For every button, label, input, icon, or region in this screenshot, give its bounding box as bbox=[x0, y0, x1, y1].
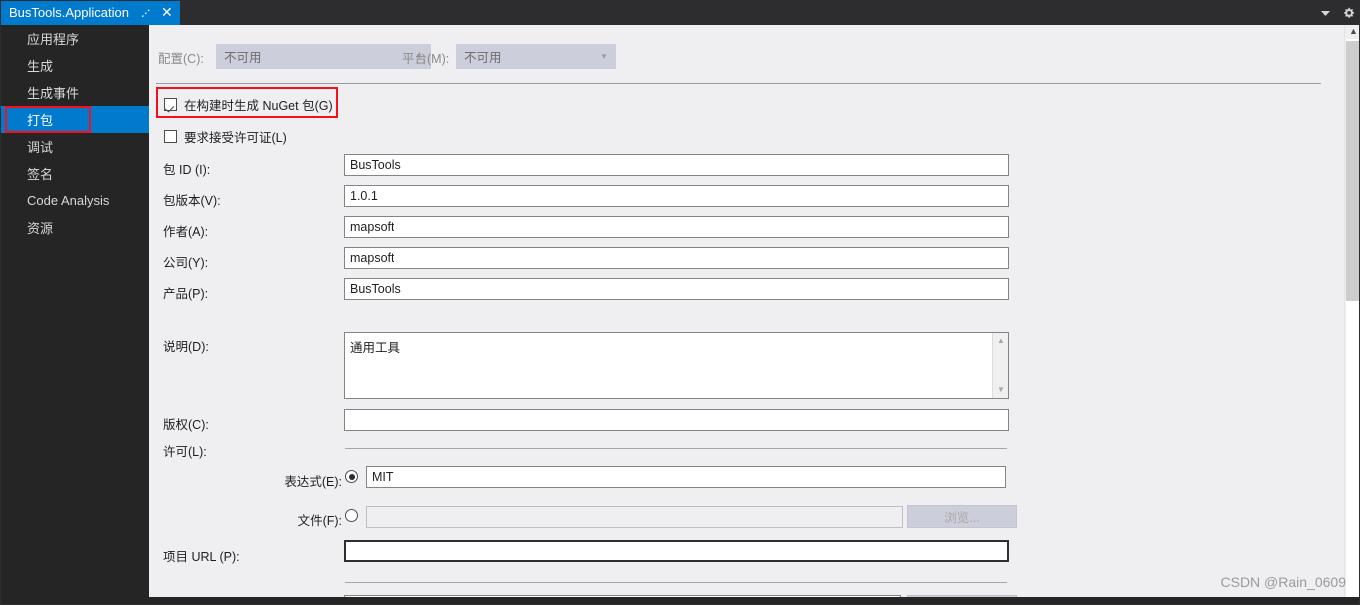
configuration-label: 配置(C): bbox=[158, 52, 204, 66]
window-controls bbox=[1320, 1, 1355, 25]
license-file-radio[interactable] bbox=[345, 509, 358, 522]
sidebar-item-label: 签名 bbox=[27, 167, 54, 182]
package-id-value: BusTools bbox=[350, 158, 401, 172]
product-label: 产品(P): bbox=[163, 287, 209, 301]
gear-icon[interactable] bbox=[1342, 7, 1355, 20]
tab-bustools-application[interactable]: BusTools.Application ⋮ ✕ bbox=[1, 1, 180, 25]
generate-nuget-checkbox-row[interactable]: 在构建时生成 NuGet 包(G) bbox=[164, 95, 333, 114]
require-license-acceptance-label: 要求接受许可证(L) bbox=[184, 131, 287, 145]
license-section-label: 许可(L): bbox=[163, 445, 207, 459]
license-expression-label: 表达式(E): bbox=[284, 475, 342, 489]
sidebar-item-label: 资源 bbox=[27, 221, 54, 236]
copyright-input[interactable] bbox=[344, 409, 1009, 431]
icon-section-divider bbox=[345, 582, 1007, 583]
package-settings-pane: 配置(C): 不可用 ▾ 平台(M): 不可用 ▾ 在构建时生成 NuGet 包… bbox=[149, 25, 1359, 604]
company-input[interactable]: mapsoft bbox=[344, 247, 1009, 269]
license-expression-input[interactable]: MIT bbox=[366, 466, 1006, 488]
company-label: 公司(Y): bbox=[163, 256, 209, 270]
configuration-row: 配置(C): 不可用 ▾ 平台(M): 不可用 ▾ bbox=[149, 25, 1321, 83]
description-value: 通用工具 bbox=[350, 341, 401, 355]
sidebar-item-label: 生成事件 bbox=[27, 86, 80, 101]
chevron-down-icon[interactable] bbox=[1320, 10, 1331, 17]
chevron-down-icon: ▾ bbox=[601, 51, 607, 61]
sidebar-item-label: Code Analysis bbox=[27, 193, 110, 208]
visual-studio-project-properties-window: BusTools.Application ⋮ ✕ 应用程序 生成 生成事件 打包… bbox=[0, 0, 1360, 605]
sidebar-item-resources[interactable]: 资源 bbox=[1, 214, 149, 241]
sidebar-item-label: 应用程序 bbox=[27, 32, 80, 47]
sidebar-item-label: 生成 bbox=[27, 59, 54, 74]
sidebar-item-build-events[interactable]: 生成事件 bbox=[1, 79, 149, 106]
generate-nuget-checkbox[interactable] bbox=[164, 98, 177, 111]
license-file-browse-label: 浏览... bbox=[944, 511, 980, 525]
tab-label: BusTools.Application bbox=[9, 5, 129, 20]
package-version-input[interactable]: 1.0.1 bbox=[344, 185, 1009, 207]
package-version-label: 包版本(V): bbox=[163, 194, 221, 208]
configuration-value: 不可用 bbox=[224, 51, 262, 65]
authors-label: 作者(A): bbox=[163, 225, 209, 239]
license-file-input[interactable] bbox=[366, 506, 903, 528]
package-version-value: 1.0.1 bbox=[350, 189, 378, 203]
sidebar-item-signing[interactable]: 签名 bbox=[1, 160, 149, 187]
require-license-acceptance-row[interactable]: 要求接受许可证(L) bbox=[164, 127, 287, 146]
platform-dropdown[interactable]: 不可用 ▾ bbox=[456, 44, 616, 69]
scroll-up-icon[interactable]: ▲ bbox=[993, 337, 1009, 345]
require-license-acceptance-checkbox[interactable] bbox=[164, 130, 177, 143]
sidebar-item-application[interactable]: 应用程序 bbox=[1, 25, 149, 52]
sidebar-item-label: 调试 bbox=[27, 140, 54, 155]
pane-vertical-scrollbar[interactable]: ▲ bbox=[1344, 25, 1359, 604]
navigation-sidebar: 应用程序 生成 生成事件 打包 调试 签名 Code Analysis 资源 bbox=[1, 25, 149, 604]
description-label: 说明(D): bbox=[163, 340, 209, 354]
license-section-divider bbox=[345, 448, 1007, 449]
scroll-down-icon[interactable]: ▼ bbox=[993, 386, 1009, 394]
product-input[interactable]: BusTools bbox=[344, 278, 1009, 300]
platform-label: 平台(M): bbox=[402, 52, 450, 66]
package-id-input[interactable]: BusTools bbox=[344, 154, 1009, 176]
license-expression-radio[interactable] bbox=[345, 470, 358, 483]
configuration-dropdown[interactable]: 不可用 ▾ bbox=[216, 44, 431, 69]
close-icon[interactable]: ✕ bbox=[161, 6, 173, 20]
sidebar-item-package[interactable]: 打包 bbox=[1, 106, 149, 133]
package-id-label: 包 ID (I): bbox=[163, 163, 211, 177]
sidebar-item-code-analysis[interactable]: Code Analysis bbox=[1, 187, 149, 214]
license-expression-value: MIT bbox=[372, 470, 394, 484]
authors-input[interactable]: mapsoft bbox=[344, 216, 1009, 238]
sidebar-item-build[interactable]: 生成 bbox=[1, 52, 149, 79]
sidebar-item-label: 打包 bbox=[27, 113, 54, 128]
project-url-input[interactable] bbox=[344, 540, 1009, 562]
company-value: mapsoft bbox=[350, 251, 395, 265]
license-file-label: 文件(F): bbox=[297, 514, 342, 528]
product-value: BusTools bbox=[350, 282, 401, 296]
copyright-label: 版权(C): bbox=[163, 418, 209, 432]
generate-nuget-label: 在构建时生成 NuGet 包(G) bbox=[184, 99, 333, 113]
pin-icon[interactable]: ⋮ bbox=[137, 4, 155, 22]
authors-value: mapsoft bbox=[350, 220, 395, 234]
project-url-label: 项目 URL (P): bbox=[163, 550, 240, 564]
description-textarea[interactable]: 通用工具 ▲ ▼ bbox=[344, 332, 1009, 399]
bottom-strip bbox=[149, 597, 1359, 604]
watermark: CSDN @Rain_0609 bbox=[1220, 574, 1347, 590]
sidebar-item-debug[interactable]: 调试 bbox=[1, 133, 149, 160]
description-scrollbar[interactable]: ▲ ▼ bbox=[992, 333, 1008, 398]
section-divider-top bbox=[156, 83, 1321, 84]
scrollbar-thumb[interactable] bbox=[1346, 41, 1359, 301]
platform-value: 不可用 bbox=[464, 51, 502, 65]
license-file-browse-button[interactable]: 浏览... bbox=[907, 505, 1017, 528]
scroll-up-icon[interactable]: ▲ bbox=[1345, 27, 1359, 36]
tab-strip: BusTools.Application ⋮ ✕ bbox=[1, 1, 1359, 25]
